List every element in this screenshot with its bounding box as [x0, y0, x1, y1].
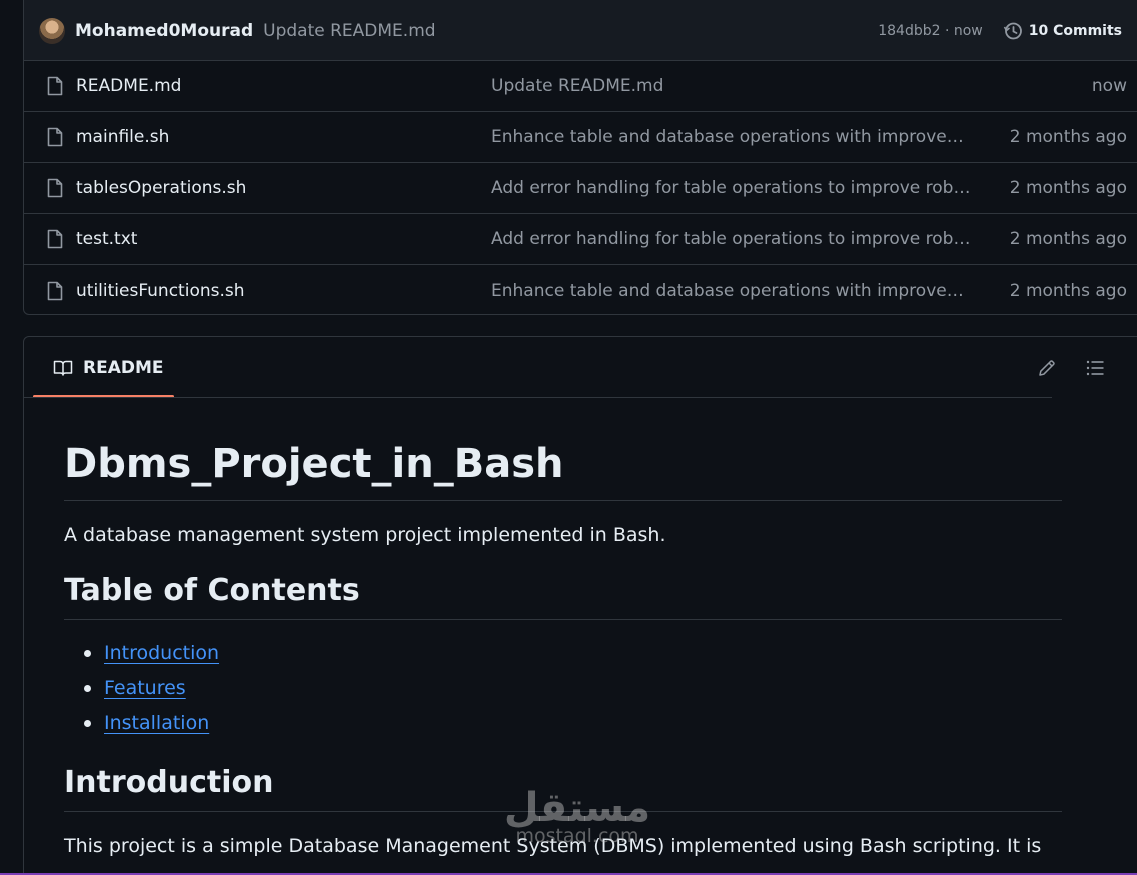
file-icon [47, 127, 63, 147]
file-commit-message[interactable]: Enhance table and database operations wi… [491, 127, 971, 147]
file-name[interactable]: mainfile.sh [76, 127, 491, 147]
readme-title: Dbms_Project_in_Bash [64, 438, 1062, 501]
commits-history-link[interactable]: 10 Commits [1003, 21, 1122, 41]
commits-count: 10 Commits [1028, 22, 1122, 39]
file-icon [47, 178, 63, 198]
file-icon [47, 281, 63, 300]
latest-commit-bar: Mohamed0Mourad Update README.md 184dbb2 … [24, 0, 1137, 61]
file-commit-message[interactable]: Update README.md [491, 76, 971, 96]
introduction-text: This project is a simple Database Manage… [64, 835, 1042, 857]
pencil-icon [1039, 359, 1055, 376]
book-icon [53, 360, 73, 376]
readme-actions [1011, 356, 1107, 380]
edit-button[interactable] [1035, 356, 1059, 380]
readme-content: Dbms_Project_in_Bash A database manageme… [24, 398, 1102, 860]
list-item: Introduction [84, 636, 1062, 671]
toc-list: Introduction Features Installation [64, 636, 1062, 741]
file-name[interactable]: tablesOperations.sh [76, 178, 491, 198]
repo-page: Mohamed0Mourad Update README.md 184dbb2 … [0, 0, 1137, 875]
file-name[interactable]: utilitiesFunctions.sh [76, 281, 491, 301]
toc-heading: Table of Contents [64, 571, 1062, 620]
avatar[interactable] [39, 17, 65, 44]
readme-intro: A database management system project imp… [64, 524, 666, 546]
list-item: Features [84, 671, 1062, 706]
left-gutter [0, 0, 24, 875]
file-row[interactable]: test.txt Add error handling for table op… [24, 214, 1137, 265]
file-updated-time: now [1091, 76, 1127, 96]
file-commit-message[interactable]: Add error handling for table operations … [491, 229, 971, 249]
file-updated-time: 2 months ago [1009, 178, 1127, 198]
tab-divider [24, 397, 1052, 398]
toc-link-installation[interactable]: Installation [104, 712, 209, 734]
file-icon [47, 229, 63, 249]
commit-author[interactable]: Mohamed0Mourad [75, 21, 253, 41]
outline-button[interactable] [1083, 356, 1107, 380]
list-item: Installation [84, 706, 1062, 741]
file-listing: Mohamed0Mourad Update README.md 184dbb2 … [23, 0, 1137, 315]
file-commit-message[interactable]: Add error handling for table operations … [491, 178, 971, 198]
readme-panel: README Dbms_Project_in_Bash A database m… [23, 336, 1137, 875]
file-name[interactable]: README.md [76, 76, 491, 96]
toc-link-features[interactable]: Features [104, 677, 186, 699]
tab-readme[interactable]: README [33, 337, 174, 398]
file-row[interactable]: README.md Update README.md now [24, 61, 1137, 112]
file-name[interactable]: test.txt [76, 229, 491, 249]
history-icon [1003, 22, 1022, 39]
file-row[interactable]: utilitiesFunctions.sh Enhance table and … [24, 265, 1137, 314]
commit-message[interactable]: Update README.md [263, 21, 435, 41]
readme-tab-bar: README [24, 337, 1137, 398]
file-updated-time: 2 months ago [1009, 229, 1127, 249]
file-row[interactable]: mainfile.sh Enhance table and database o… [24, 112, 1137, 163]
file-commit-message[interactable]: Enhance table and database operations wi… [491, 281, 971, 301]
file-row[interactable]: tablesOperations.sh Add error handling f… [24, 163, 1137, 214]
toc-link-introduction[interactable]: Introduction [104, 642, 219, 664]
file-updated-time: 2 months ago [1009, 127, 1127, 147]
commit-hash-time[interactable]: 184dbb2 · now [878, 23, 983, 39]
file-icon [47, 76, 63, 96]
introduction-heading: Introduction [64, 763, 1062, 812]
list-icon [1086, 360, 1104, 375]
file-updated-time: 2 months ago [1009, 280, 1127, 301]
tab-readme-label: README [83, 357, 164, 378]
